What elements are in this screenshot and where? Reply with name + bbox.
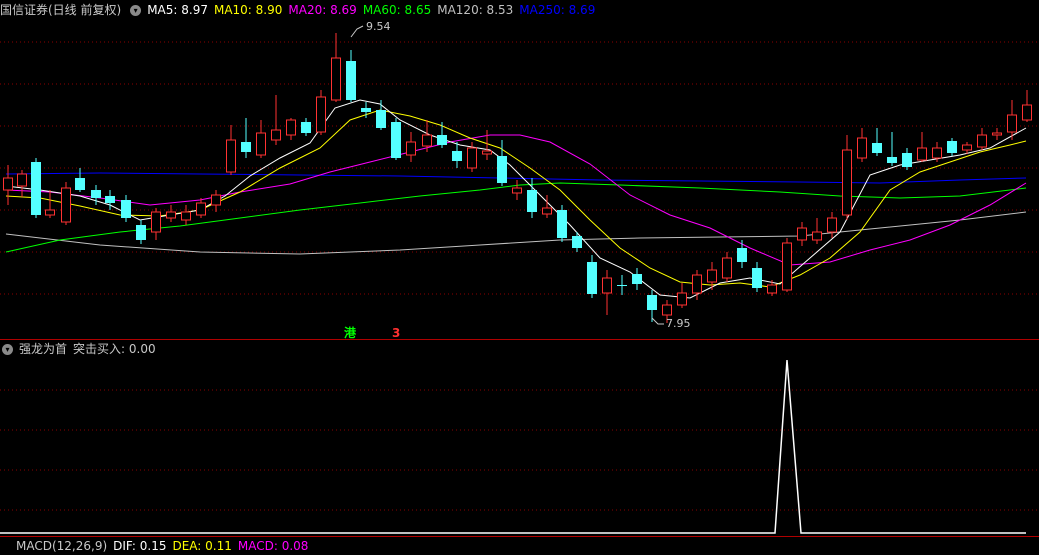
indicator2-header: MACD(12,26,9) DIF: 0.15 DEA: 0.11 MACD: 0.0… <box>16 537 314 555</box>
candle-body-up <box>226 139 236 173</box>
candle-body-up <box>722 257 732 279</box>
candle-body-up <box>271 129 281 141</box>
low-pointer <box>651 317 664 325</box>
candle-body-down <box>361 108 371 112</box>
candle-body-down <box>105 196 115 203</box>
candle-body-up <box>3 177 13 191</box>
candle-body-down <box>121 200 131 218</box>
indicator1-title[interactable]: 强龙为首 <box>19 342 67 356</box>
candle-body-up <box>196 202 206 216</box>
candle-body-up <box>482 150 492 155</box>
ma5-line <box>5 99 1027 299</box>
candle-body-down <box>91 190 101 198</box>
candle-body-up <box>406 141 416 156</box>
candle-body-up <box>827 217 837 233</box>
dif-label: DIF: 0.15 <box>113 539 167 553</box>
low-price-label: 7.95 <box>666 317 691 330</box>
candle-body-up <box>602 277 612 294</box>
candle-body-up <box>542 207 552 215</box>
indicator1-header: ▾ 强龙为首 突击买入: 0.00 <box>0 340 162 358</box>
dea-label: DEA: 0.11 <box>172 539 232 553</box>
candle-body-up <box>61 187 71 223</box>
candle-body-down <box>737 248 747 262</box>
candle-body-up <box>782 242 792 291</box>
candle-body-up <box>467 147 477 169</box>
candle-body-up <box>45 209 55 216</box>
candle-body-up <box>316 96 326 133</box>
candle-body-up <box>256 132 266 156</box>
candle-body-down <box>31 162 41 215</box>
event-marker: 3 <box>392 326 400 340</box>
candle-body-up <box>677 292 687 306</box>
candle-body-down <box>887 157 897 163</box>
candle-body-down <box>75 178 85 190</box>
candle-body-up <box>211 194 221 206</box>
macd-value-label: MACD: 0.08 <box>237 539 309 553</box>
candle-body-down <box>647 295 657 310</box>
macd-title[interactable]: MACD(12,26,9) <box>16 539 107 553</box>
candle-body-up <box>512 187 522 194</box>
candle-body-down <box>527 190 537 212</box>
candle-body-down <box>557 210 567 238</box>
candle-body-down <box>241 142 251 152</box>
candle-body-down <box>346 61 356 100</box>
candle-body-up <box>842 149 852 216</box>
candle-body-down <box>872 143 882 153</box>
candle-body-up <box>857 137 867 159</box>
candle-body-down <box>587 262 597 294</box>
candle-body-down <box>391 122 401 158</box>
candle-body-up <box>662 304 672 316</box>
candle-body-up <box>1022 104 1032 121</box>
candle-body-down <box>617 285 627 286</box>
candle-body-up <box>962 144 972 151</box>
candle-body-up <box>181 211 191 221</box>
candle-body-up <box>812 231 822 241</box>
candle-body-down <box>632 274 642 284</box>
candle-body-up <box>917 147 927 161</box>
ma10-line <box>5 109 1027 288</box>
candle-body-up <box>286 119 296 136</box>
candle-body-up <box>422 134 432 147</box>
candle-body-down <box>437 135 447 145</box>
candle-body-up <box>17 173 27 187</box>
candle-body-up <box>331 57 341 101</box>
high-price-label: 9.54 <box>366 20 391 33</box>
candle-body-up <box>977 134 987 148</box>
candle-body-down <box>301 122 311 133</box>
candle-body-up <box>992 132 1002 136</box>
indicator1-value: 突击买入: 0.00 <box>73 342 156 356</box>
candle-body-down <box>376 110 386 128</box>
candle-body-up <box>767 284 777 294</box>
event-marker: 港 <box>344 325 357 340</box>
ma20-line <box>5 134 1027 266</box>
candle-body-up <box>151 211 161 233</box>
chevron-down-icon[interactable]: ▾ <box>2 344 13 355</box>
candle-body-down <box>947 141 957 153</box>
candle-body-up <box>707 269 717 283</box>
candle-body-up <box>166 211 176 219</box>
candle-body-up <box>932 147 942 159</box>
candle-body-up <box>797 227 807 241</box>
candle-body-down <box>452 151 462 161</box>
candle-body-up <box>1007 114 1017 133</box>
candle-body-down <box>497 156 507 183</box>
candle-body-down <box>136 225 146 240</box>
kline-chart[interactable]: 9.54 7.95 港 3 <box>0 0 1039 545</box>
candle-body-down <box>902 153 912 167</box>
signal-line <box>0 359 1026 534</box>
candle-body-down <box>752 268 762 288</box>
candle-body-down <box>572 236 582 248</box>
candle-body-up <box>692 274 702 294</box>
high-pointer <box>350 25 364 38</box>
